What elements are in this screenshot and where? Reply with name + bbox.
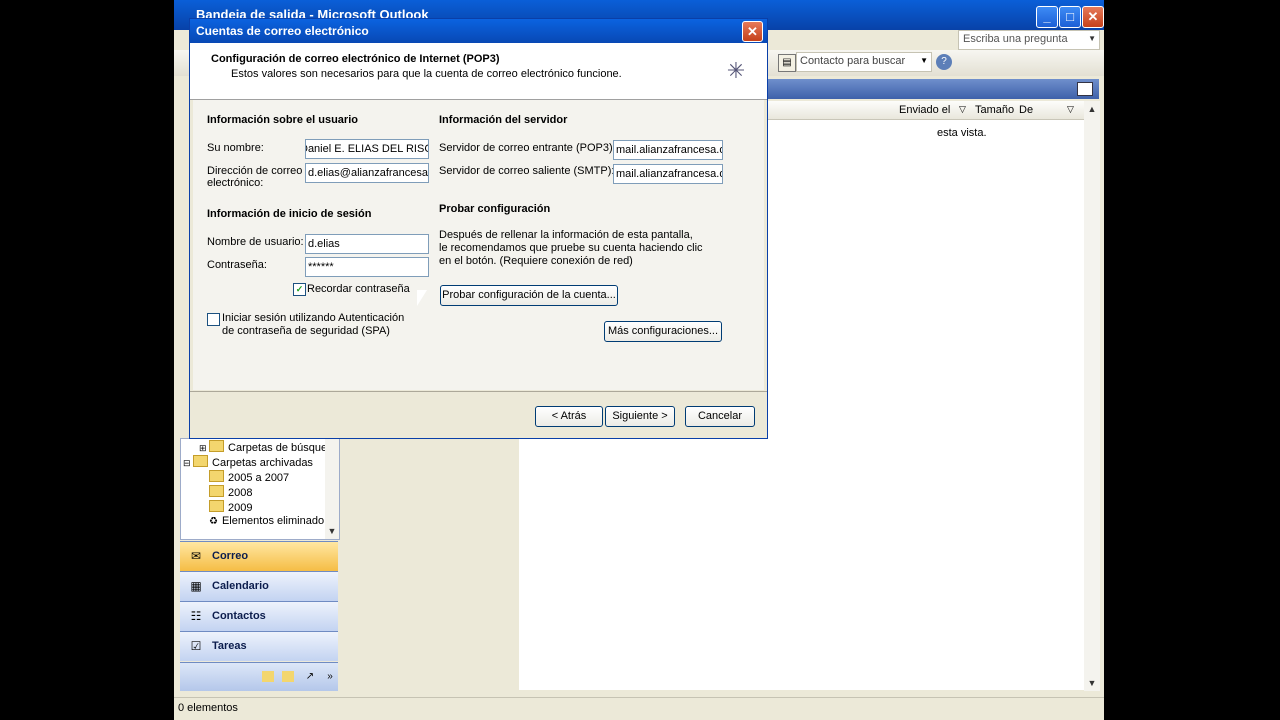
name-field[interactable]: Daniel E. ELIAS DEL RISCO (305, 139, 429, 159)
cancel-button[interactable]: Cancelar (685, 406, 755, 427)
trash-icon: ♻ (209, 516, 218, 527)
more-settings-button[interactable]: Más configuraciones... (604, 321, 722, 342)
nav-label: Correo (212, 550, 249, 562)
nav-tasks-button[interactable]: ☑ Tareas (180, 631, 338, 661)
chevron-down-icon[interactable]: ▼ (1088, 34, 1096, 43)
tree-item[interactable]: 2005 a 2007 (209, 470, 289, 484)
test-description-3: en el botón. (Requiere conexión de red) (439, 255, 633, 267)
chevron-down-icon[interactable]: ▼ (920, 56, 928, 65)
dialog-close-button[interactable]: ✕ (742, 21, 763, 42)
column-from[interactable]: De (1019, 104, 1033, 116)
search-folder-icon (209, 440, 225, 452)
test-account-button[interactable]: Probar configuración de la cuenta... (440, 285, 618, 306)
email-label: Dirección de correo (207, 165, 303, 177)
user-section-title: Información sobre el usuario (207, 114, 358, 126)
scroll-down-icon[interactable]: ▼ (1084, 675, 1100, 691)
tree-item[interactable]: 2008 (209, 485, 252, 499)
outgoing-server-field[interactable]: mail.alianzafrancesa.org (613, 164, 723, 184)
column-size[interactable]: Tamaño (975, 104, 1014, 116)
spa-label: Iniciar sesión utilizando Autenticación (222, 312, 405, 324)
password-field[interactable]: ****** (305, 257, 429, 277)
mail-icon: ✉ (190, 549, 202, 563)
close-button[interactable]: ✕ (1082, 6, 1104, 28)
dialog-subheading: Estos valores son necesarios para que la… (231, 68, 622, 80)
empty-list-message: esta vista. (937, 127, 987, 139)
help-question-input[interactable]: Escriba una pregunta ▼ (958, 30, 1100, 50)
email-label-2: electrónico: (207, 177, 264, 189)
archive-folder-icon (193, 455, 209, 467)
folder-tree[interactable]: ⊞ Carpetas de búsque ⊟ Carpetas archivad… (180, 438, 340, 540)
server-section-title: Información del servidor (439, 114, 568, 126)
spa-label-2: de contraseña de seguridad (SPA) (222, 325, 390, 337)
dialog-body: Información sobre el usuario Su nombre: … (193, 100, 764, 390)
maximize-button[interactable]: □ (1059, 6, 1081, 28)
flag-icon[interactable]: ▽ (1067, 104, 1074, 115)
mouse-cursor (417, 290, 427, 306)
item-count: 0 elementos (178, 702, 238, 714)
email-accounts-dialog: Cuentas de correo electrónico ✕ Configur… (189, 18, 768, 439)
nav-label: Contactos (212, 610, 266, 622)
dialog-heading: Configuración de correo electrónico de I… (211, 53, 500, 65)
scroll-up-icon[interactable]: ▲ (1084, 101, 1100, 117)
tree-item[interactable]: 2009 (209, 500, 252, 514)
incoming-label: Servidor de correo entrante (POP3): (439, 142, 616, 154)
username-field[interactable]: d.elias (305, 234, 429, 254)
name-label: Su nombre: (207, 142, 264, 154)
folder-icon (209, 500, 224, 512)
outgoing-label: Servidor de correo saliente (SMTP): (439, 165, 615, 177)
help-icon[interactable]: ? (936, 54, 952, 70)
email-field[interactable]: d.elias@alianzafrancesa.org (305, 163, 429, 183)
folder-icon (209, 485, 224, 497)
footer-divider (190, 391, 767, 392)
username-label: Nombre de usuario: (207, 236, 304, 248)
dialog-titlebar: Cuentas de correo electrónico ✕ (190, 19, 767, 43)
minimize-button[interactable]: _ (1036, 6, 1058, 28)
column-sent[interactable]: Enviado el (899, 104, 950, 116)
tree-item[interactable]: ♻ Elementos eliminado (209, 515, 324, 527)
next-button[interactable]: Siguiente > (605, 406, 675, 427)
spa-checkbox[interactable] (207, 313, 220, 326)
address-book-icon[interactable]: ▤ (778, 54, 796, 72)
contact-search-input[interactable]: Contacto para buscar ▼ (796, 52, 932, 72)
incoming-server-field[interactable]: mail.alianzafrancesa.org (613, 140, 723, 160)
pane-options-icon[interactable] (1077, 82, 1093, 96)
filter-icon[interactable]: ▽ (959, 104, 966, 115)
nav-contacts-button[interactable]: ☷ Contactos (180, 601, 338, 631)
folder-list-icon[interactable] (282, 671, 294, 682)
tree-item[interactable]: ⊟ Carpetas archivadas (183, 455, 313, 469)
folder-icon (209, 470, 224, 482)
tree-item[interactable]: ⊞ Carpetas de búsque (199, 440, 327, 454)
remember-password-label: Recordar contraseña (307, 283, 410, 295)
nav-shortcuts-bar: ↗ » (180, 662, 338, 691)
remember-password-checkbox[interactable]: ✓ (293, 283, 306, 296)
tasks-icon: ☑ (190, 639, 202, 653)
test-section-title: Probar configuración (439, 203, 551, 215)
test-description: Después de rellenar la información de es… (439, 229, 693, 241)
test-description-2: le recomendamos que pruebe su cuenta hac… (439, 242, 703, 254)
login-section-title: Información de inicio de sesión (207, 208, 372, 220)
configure-buttons-icon[interactable]: » (324, 671, 336, 682)
nav-label: Tareas (212, 640, 247, 652)
nav-mail-button[interactable]: ✉ Correo (180, 541, 338, 571)
message-list-scrollbar[interactable]: ▲ ▼ (1084, 101, 1100, 691)
tree-scrollbar[interactable]: ▼ (325, 439, 339, 539)
shortcut-icon[interactable]: ↗ (304, 671, 316, 682)
dialog-title: Cuentas de correo electrónico (196, 24, 369, 38)
nav-calendar-button[interactable]: ▦ Calendario (180, 571, 338, 601)
scroll-down-icon[interactable]: ▼ (325, 523, 339, 539)
contact-search-text: Contacto para buscar (800, 55, 906, 67)
calendar-icon: ▦ (190, 579, 202, 593)
wizard-cursor-icon: ✳ (726, 58, 746, 83)
contacts-icon: ☷ (190, 609, 202, 623)
status-bar: 0 elementos (174, 697, 1104, 720)
nav-label: Calendario (212, 580, 269, 592)
dialog-header: Configuración de correo electrónico de I… (190, 43, 767, 100)
notes-icon[interactable] (262, 671, 274, 682)
help-placeholder: Escriba una pregunta (963, 33, 1068, 45)
back-button[interactable]: < Atrás (535, 406, 603, 427)
password-label: Contraseña: (207, 259, 267, 271)
